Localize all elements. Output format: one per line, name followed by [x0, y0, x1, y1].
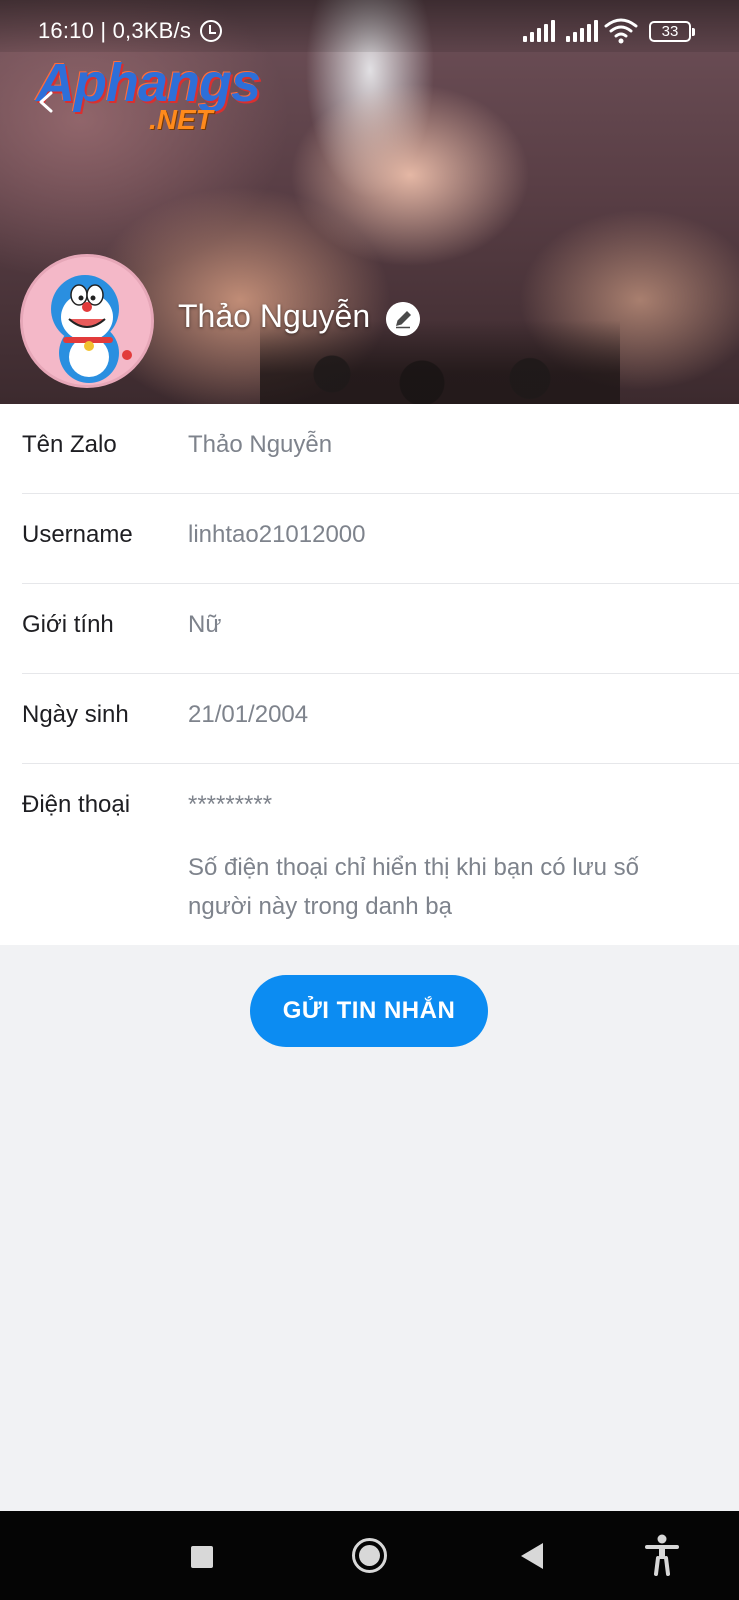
send-message-button[interactable]: GỬI TIN NHẮN: [250, 975, 488, 1047]
info-label: Username: [22, 521, 133, 548]
alarm-icon: [200, 20, 222, 42]
watermark-sub: .NET: [149, 104, 213, 135]
info-label: Điện thoại: [22, 791, 131, 818]
phone-visibility-note: Số điện thoại chỉ hiển thị khi bạn có lư…: [188, 854, 640, 920]
watermark-logo: Aphangs .NET: [36, 56, 261, 136]
edit-icon[interactable]: [386, 302, 420, 336]
status-bar: 16:10 | 0,3KB/s 33: [0, 0, 739, 52]
home-icon[interactable]: [352, 1538, 387, 1573]
info-row-birthday: Ngày sinh 21/01/2004: [22, 674, 739, 764]
info-row-gender: Giới tính Nữ: [22, 584, 739, 674]
nav-back-icon[interactable]: [521, 1543, 543, 1569]
info-row-username: Username linhtao21012000: [22, 494, 739, 584]
status-time: 16:10 | 0,3KB/s: [38, 18, 192, 43]
info-value: Nữ: [188, 611, 222, 638]
watermark-main: Aphangs: [36, 53, 261, 113]
navigation-bar: [0, 1511, 739, 1600]
accessibility-icon[interactable]: [645, 1534, 679, 1576]
profile-name: Thảo Nguyễn: [178, 298, 371, 334]
battery-icon: 33: [649, 21, 695, 42]
info-card: Tên Zalo Thảo Nguyễn Username linhtao210…: [0, 404, 739, 945]
signal-icon-2: [566, 20, 600, 42]
signal-icon: [523, 20, 557, 42]
info-value: 21/01/2004: [188, 701, 309, 728]
avatar[interactable]: [20, 254, 154, 388]
info-value: *********: [188, 791, 273, 818]
info-row-phone: Điện thoại ********* Số điện thoại chỉ h…: [22, 764, 739, 944]
info-value: linhtao21012000: [188, 521, 366, 548]
info-label: Ngày sinh: [22, 701, 129, 728]
avatar-image: [23, 257, 151, 385]
back-icon[interactable]: [36, 90, 56, 114]
profile-screen: 16:10 | 0,3KB/s 33 Aphangs .NET Thảo Ngu…: [0, 0, 739, 1600]
wifi-icon: [604, 18, 638, 44]
info-label: Tên Zalo: [22, 431, 117, 458]
info-row-zalo-name: Tên Zalo Thảo Nguyễn: [22, 404, 739, 494]
cover-photo[interactable]: 16:10 | 0,3KB/s 33 Aphangs .NET Thảo Ngu…: [0, 0, 739, 404]
info-label: Giới tính: [22, 611, 114, 638]
recent-apps-icon[interactable]: [191, 1546, 213, 1568]
info-value: Thảo Nguyễn: [188, 431, 333, 458]
